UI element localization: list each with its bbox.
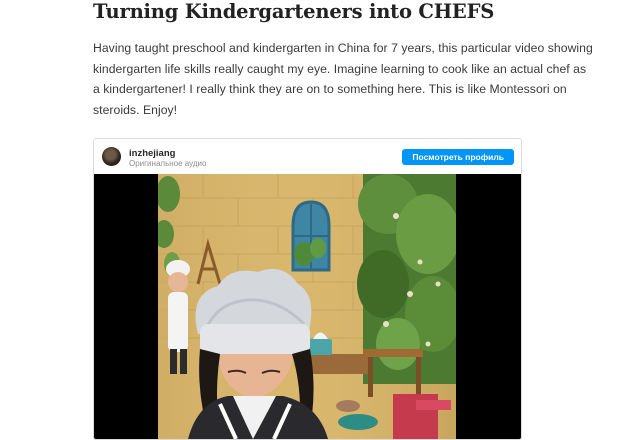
avatar[interactable] [102,147,121,166]
article-title: Turning Kindergarteners into CHEFS [93,0,495,23]
embed-header: inzhejiang Оригинальное аудио Посмотреть… [94,139,521,175]
video-player[interactable] [94,174,521,439]
window [291,200,331,272]
embed-username[interactable]: inzhejiang [129,148,175,159]
article-intro: Having taught preschool and kindergarten… [93,41,593,117]
child-chef [188,268,328,439]
video-frame-illustration [158,174,456,439]
view-profile-button[interactable]: Посмотреть профиль [402,149,514,165]
instagram-embed: inzhejiang Оригинальное аудио Посмотреть… [93,138,522,440]
audio-label[interactable]: Оригинальное аудио [129,159,206,168]
video-frame[interactable] [158,174,456,439]
